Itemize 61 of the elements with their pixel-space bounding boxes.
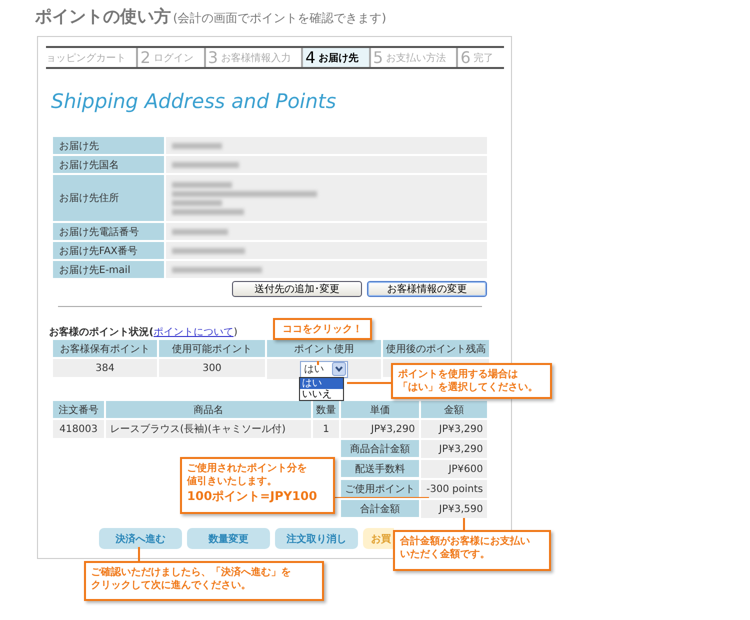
callout-text: ポイントを使用する場合は <box>398 368 518 381</box>
points-heading: お客様のポイント状況(ポイントについて) <box>49 325 238 339</box>
page-subtitle: (会計の画面でポイントを確認できます) <box>173 10 386 27</box>
table-cell: -300 points <box>421 480 487 498</box>
table-header-cell: ご使用ポイント <box>341 480 419 497</box>
dropdown-option[interactable]: いいえ <box>300 389 343 400</box>
callout-text: いただく金額です。 <box>400 548 490 561</box>
table-header-cell: 金額 <box>421 401 487 418</box>
table-cell: 300 <box>159 359 265 377</box>
table-header-cell: 合計金額 <box>341 500 419 517</box>
page-title: ポイントの使い方 <box>35 6 171 28</box>
table-header-cell: 注文番号 <box>53 401 104 418</box>
blurred-text <box>172 200 222 206</box>
table-header-cell: 商品名 <box>106 401 311 418</box>
form-button[interactable]: 送付先の追加･変更 <box>232 281 362 297</box>
points-link[interactable]: ポイントについて <box>154 327 234 338</box>
callout-text: ご使用されたポイント分を <box>187 462 307 475</box>
table-header-cell: お客様保有ポイント <box>53 340 157 357</box>
table-header-cell: 商品合計金額 <box>341 440 419 457</box>
table-header-cell: 使用可能ポイント <box>159 340 265 357</box>
table-cell: JP¥3,290 <box>421 420 487 438</box>
blurred-text <box>172 162 239 168</box>
table-header-cell: お届け先FAX番号 <box>53 242 164 259</box>
table-cell: 384 <box>53 359 157 377</box>
checkout-step: ョッピングカート <box>46 48 138 67</box>
blurred-text <box>172 142 222 148</box>
callout-text: ご確認いただけましたら、「決済へ進む」を <box>91 566 291 579</box>
blurred-text <box>172 182 232 188</box>
checkout-step: 6 完了 <box>458 48 504 67</box>
table-cell: 1 <box>313 420 339 438</box>
dropdown-option[interactable]: はい <box>300 378 343 389</box>
table-cell: 418003 <box>53 420 104 438</box>
table-header-cell: お届け先住所 <box>53 175 164 221</box>
checkout-step: 4 お届け先 <box>303 48 371 67</box>
table-header-cell: 数量 <box>313 401 339 418</box>
blurred-text <box>172 208 244 214</box>
form-button[interactable]: お客様情報の変更 <box>367 281 487 297</box>
table-cell: JP¥3,590 <box>421 500 487 518</box>
table-header-cell: お届け先 <box>53 137 164 154</box>
table-cell: レースブラウス(長袖)(キャミソール付) <box>106 420 311 438</box>
table-header-cell: お届け先E-mail <box>53 261 164 278</box>
table-header-cell: 使用後のポイント残高 <box>383 340 489 357</box>
table-header-cell: 単価 <box>341 401 419 418</box>
callout-text: 「はい」を選択してください。 <box>398 381 538 394</box>
checkout-step: 5 お支払い方法 <box>370 48 458 67</box>
points-select[interactable]: はい <box>300 360 348 378</box>
callout-text: 値引きいたします。 <box>187 475 277 488</box>
table-cell: JP¥3,290 <box>421 440 487 458</box>
callout-text: クリックして次に進んでください。 <box>91 579 251 592</box>
table-header-cell: ポイント使用 <box>267 340 381 357</box>
callout-text: 100ポイント=JPY100 <box>187 488 318 504</box>
blurred-text <box>172 228 228 234</box>
table-header-cell: 配送手数料 <box>341 460 419 477</box>
callout-text: 合計金額がお客様にお支払い <box>400 535 530 548</box>
checkout-step: 2 ログイン <box>138 48 206 67</box>
page-heading: Shipping Address and Points <box>51 89 338 113</box>
table-cell: JP¥3,290 <box>341 420 419 438</box>
table-cell: JP¥600 <box>421 460 487 478</box>
table-header-cell: お届け先国名 <box>53 156 164 173</box>
table-header-cell: お届け先電話番号 <box>53 223 164 240</box>
callout-text: ココをクリック！ <box>282 323 362 336</box>
